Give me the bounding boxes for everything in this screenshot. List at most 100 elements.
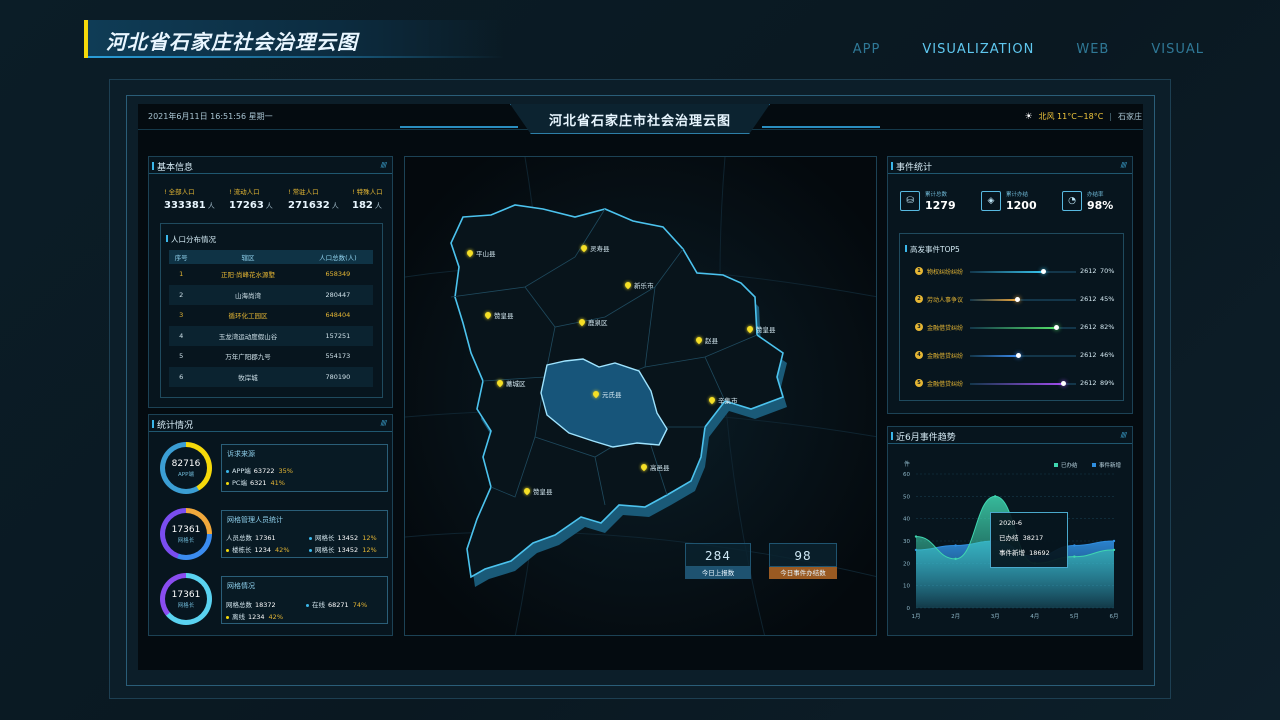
pin-pingshan[interactable]: 平山县 <box>465 248 496 258</box>
x-tick-label: 2月 <box>951 613 960 620</box>
panel-deco-slashes: //// <box>380 161 388 169</box>
table-row[interactable]: 5 万年广阳郡九号 554173 <box>169 346 373 367</box>
event-total-text: 累计总数 1279 <box>925 190 956 212</box>
progress-track <box>970 297 1076 302</box>
line-value: 68271 <box>328 601 349 609</box>
line-value: 6321 <box>249 479 267 487</box>
pin-zhaoxian[interactable]: 赵县 <box>694 335 718 345</box>
data-point <box>954 557 957 561</box>
app-title-banner: 河北省石家庄社会治理云图 <box>84 20 504 58</box>
pin-label: 赞皇县 <box>533 488 553 496</box>
cell-district: 玉龙湾运动度假山谷 <box>193 325 303 346</box>
pin-label: 元氏县 <box>602 391 622 399</box>
tooltip-line-1: 已办结 38217 <box>999 532 1059 542</box>
map-panel[interactable]: 平山县 灵寿县 新乐市 赞皇县 鹿泉区 赵县 赞皇县 藁城区 元氏县 辛集市 高… <box>404 156 877 636</box>
event-pct: 82% <box>1100 323 1115 331</box>
pin-gaoyi[interactable]: 高邑县 <box>639 462 670 472</box>
title-underline <box>88 56 504 58</box>
pin-zanhuang-3[interactable]: 赞皇县 <box>522 486 553 496</box>
table-row[interactable]: 1 正阳·尚峰花水源墅 658349 <box>169 264 373 285</box>
pin-label: 赞皇县 <box>494 312 514 320</box>
col-index: 序号 <box>169 250 194 264</box>
pin-icon <box>579 243 589 253</box>
event-pct: 45% <box>1100 295 1115 303</box>
ring-value: 17361 <box>171 525 201 535</box>
ring-center: 17361 网格长 <box>165 578 207 620</box>
line-pct: 12% <box>362 546 377 554</box>
progress-knob <box>1014 297 1020 302</box>
pin-label: 藁城区 <box>506 380 526 388</box>
progress-knob <box>1061 381 1067 386</box>
line-pct: 12% <box>362 534 377 542</box>
rank-badge: 2 <box>915 295 923 303</box>
x-tick-label: 4月 <box>1030 613 1039 620</box>
line-pct: 42% <box>268 613 283 621</box>
y-tick-label: 0 <box>907 606 911 612</box>
nav-visual[interactable]: VISUAL <box>1151 42 1204 57</box>
pin-xinle[interactable]: 新乐市 <box>623 280 654 290</box>
screen-title-banner: 河北省石家庄市社会治理云图 <box>510 104 770 134</box>
line-label: 网格总数 <box>226 601 252 609</box>
top5-row[interactable]: 1 物权纠纷纠纷 2612 70% <box>915 266 1121 278</box>
event-name: 金融借贷纠纷 <box>927 381 964 388</box>
grid-line-offline: 离线 1234 42% <box>226 611 283 621</box>
top5-row[interactable]: 5 金融借贷纠纷 2612 89% <box>915 378 1121 390</box>
table-row[interactable]: 4 玉龙湾运动度假山谷 157251 <box>169 325 373 346</box>
pin-icon <box>577 317 587 327</box>
pin-zanhuang-1[interactable]: 赞皇县 <box>483 310 514 320</box>
progress-knob <box>1041 269 1047 274</box>
panel-divider <box>888 173 1132 174</box>
nav-web[interactable]: WEB <box>1076 42 1109 57</box>
rank-badge: 1 <box>915 267 923 275</box>
progress-track <box>970 381 1076 386</box>
progress-track <box>970 269 1076 274</box>
pin-icon <box>639 462 649 472</box>
pin-yuanshi[interactable]: 元氏县 <box>591 389 622 399</box>
line-label: 楼栋长 <box>232 546 252 554</box>
event-count: 2612 <box>1080 379 1097 387</box>
grid-line-total: 网格总数 18372 <box>226 599 276 609</box>
cell-population: 780190 <box>302 366 373 387</box>
legend-label: 事件新增 <box>1099 461 1121 469</box>
tooltip-label: 已办结 <box>999 534 1019 542</box>
table-row[interactable]: 6 牧岸城 780190 <box>169 366 373 387</box>
top5-row[interactable]: 2 劳动人事争议 2612 45% <box>915 294 1121 306</box>
event-name: 物权纠纷纠纷 <box>927 269 964 276</box>
top5-row[interactable]: 3 金融借贷纠纷 2612 82% <box>915 322 1121 334</box>
top5-row[interactable]: 4 金融借贷纠纷 2612 46% <box>915 350 1121 362</box>
y-tick-label: 20 <box>903 561 910 567</box>
cell-population: 658349 <box>325 270 351 279</box>
table-row[interactable]: 3 循环化工园区 648404 <box>169 305 373 326</box>
pin-label: 灵寿县 <box>590 245 610 253</box>
stat-label-text: 全部人口 <box>168 188 195 196</box>
event-closed: ◈ 累计办结 1200 <box>981 190 1037 212</box>
event-total: ⛁ 累计总数 1279 <box>900 190 956 212</box>
pin-label: 赵县 <box>705 337 718 345</box>
stat-value: 271632 人 <box>288 200 339 211</box>
pin-icon <box>623 280 633 290</box>
line-value: 1234 <box>254 546 272 554</box>
chart-tooltip: 2020-6 已办结 38217 事件新增 18692 <box>990 512 1068 568</box>
database-icon: ⛁ <box>900 191 920 211</box>
nav-app[interactable]: APP <box>853 42 881 57</box>
pin-zanhuang-2[interactable]: 赞皇县 <box>745 324 776 334</box>
pin-gaocheng[interactable]: 藁城区 <box>495 378 526 388</box>
kpi-value: 284 <box>685 543 751 567</box>
line-label: 在线 <box>312 601 325 609</box>
data-point <box>994 495 997 498</box>
source-line-app: APP端 63722 35% <box>226 465 293 475</box>
population-table: 序号 辖区 人口总数(人) 1 正阳·尚峰花水源墅 658349 2 山海尚湾 … <box>169 250 373 387</box>
pin-icon <box>483 310 493 320</box>
pin-lingshou[interactable]: 灵寿县 <box>579 243 610 253</box>
panel-divider <box>149 173 392 174</box>
source-line-pc: PC端 6321 41% <box>226 477 285 487</box>
staff-line-building: 楼栋长 1234 42% <box>226 544 290 554</box>
nav-visualization[interactable]: VISUALIZATION <box>922 42 1034 57</box>
staff-line-total: 人员总数 17361 <box>226 532 276 542</box>
pin-xinji[interactable]: 辛集市 <box>707 395 738 405</box>
cell-population: 157251 <box>302 325 373 346</box>
pin-luquan[interactable]: 鹿泉区 <box>577 317 608 327</box>
table-row[interactable]: 2 山海尚湾 280447 <box>169 284 373 305</box>
stat-value: 17263 人 <box>229 200 273 211</box>
event-count: 2612 <box>1080 323 1097 331</box>
